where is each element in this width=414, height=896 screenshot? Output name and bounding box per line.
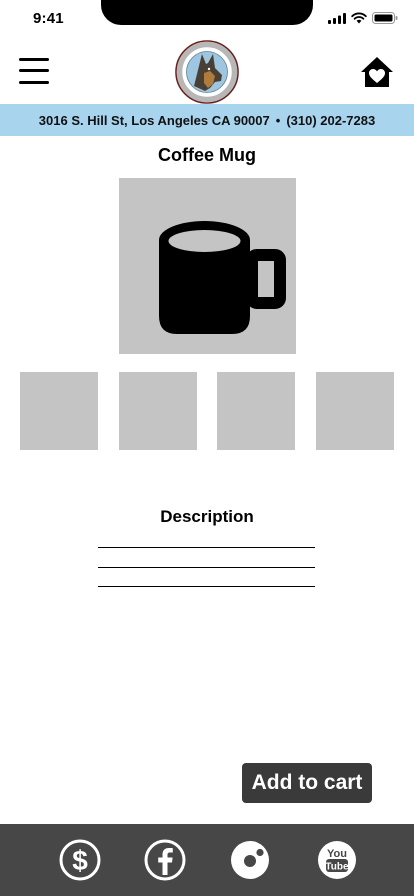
device-notch: [101, 0, 313, 25]
status-icons: [328, 12, 398, 24]
product-thumbnail[interactable]: [20, 372, 98, 450]
description-line: [98, 567, 315, 568]
german-shepherd-logo[interactable]: [175, 40, 239, 104]
product-thumbnail[interactable]: [217, 372, 295, 450]
phone-number[interactable]: (310) 202-7283: [286, 113, 375, 128]
product-main-image: [119, 178, 296, 354]
svg-text:You: You: [327, 848, 347, 860]
svg-text:$: $: [72, 845, 88, 876]
description-line: [98, 547, 315, 548]
hamburger-icon[interactable]: [19, 57, 51, 85]
footer-bar: $ You Tube: [0, 824, 414, 896]
app-header: [0, 40, 414, 104]
product-thumbnail[interactable]: [119, 372, 197, 450]
donut-icon[interactable]: [229, 839, 271, 881]
signal-icon: [328, 12, 346, 24]
facebook-icon[interactable]: [144, 839, 186, 881]
address-separator: •: [275, 112, 281, 128]
product-thumbnail[interactable]: [316, 372, 394, 450]
wifi-icon: [351, 12, 367, 24]
product-title: Coffee Mug: [158, 145, 256, 165]
address-bar: 3016 S. Hill St, Los Angeles CA 90007 • …: [0, 104, 414, 136]
status-time: 9:41: [33, 10, 64, 27]
dollar-icon[interactable]: $: [59, 839, 101, 881]
battery-icon: [372, 12, 398, 24]
youtube-icon[interactable]: You Tube: [316, 839, 358, 881]
address-text: 3016 S. Hill St, Los Angeles CA 90007: [38, 112, 270, 128]
mug-icon: [159, 221, 286, 334]
description-line: [98, 586, 315, 587]
description-heading: Description: [160, 507, 254, 526]
add-to-cart-button[interactable]: Add to cart: [242, 763, 372, 803]
svg-text:Tube: Tube: [325, 862, 349, 873]
status-bar: 9:41: [0, 0, 414, 40]
home-heart-icon[interactable]: [360, 56, 394, 88]
